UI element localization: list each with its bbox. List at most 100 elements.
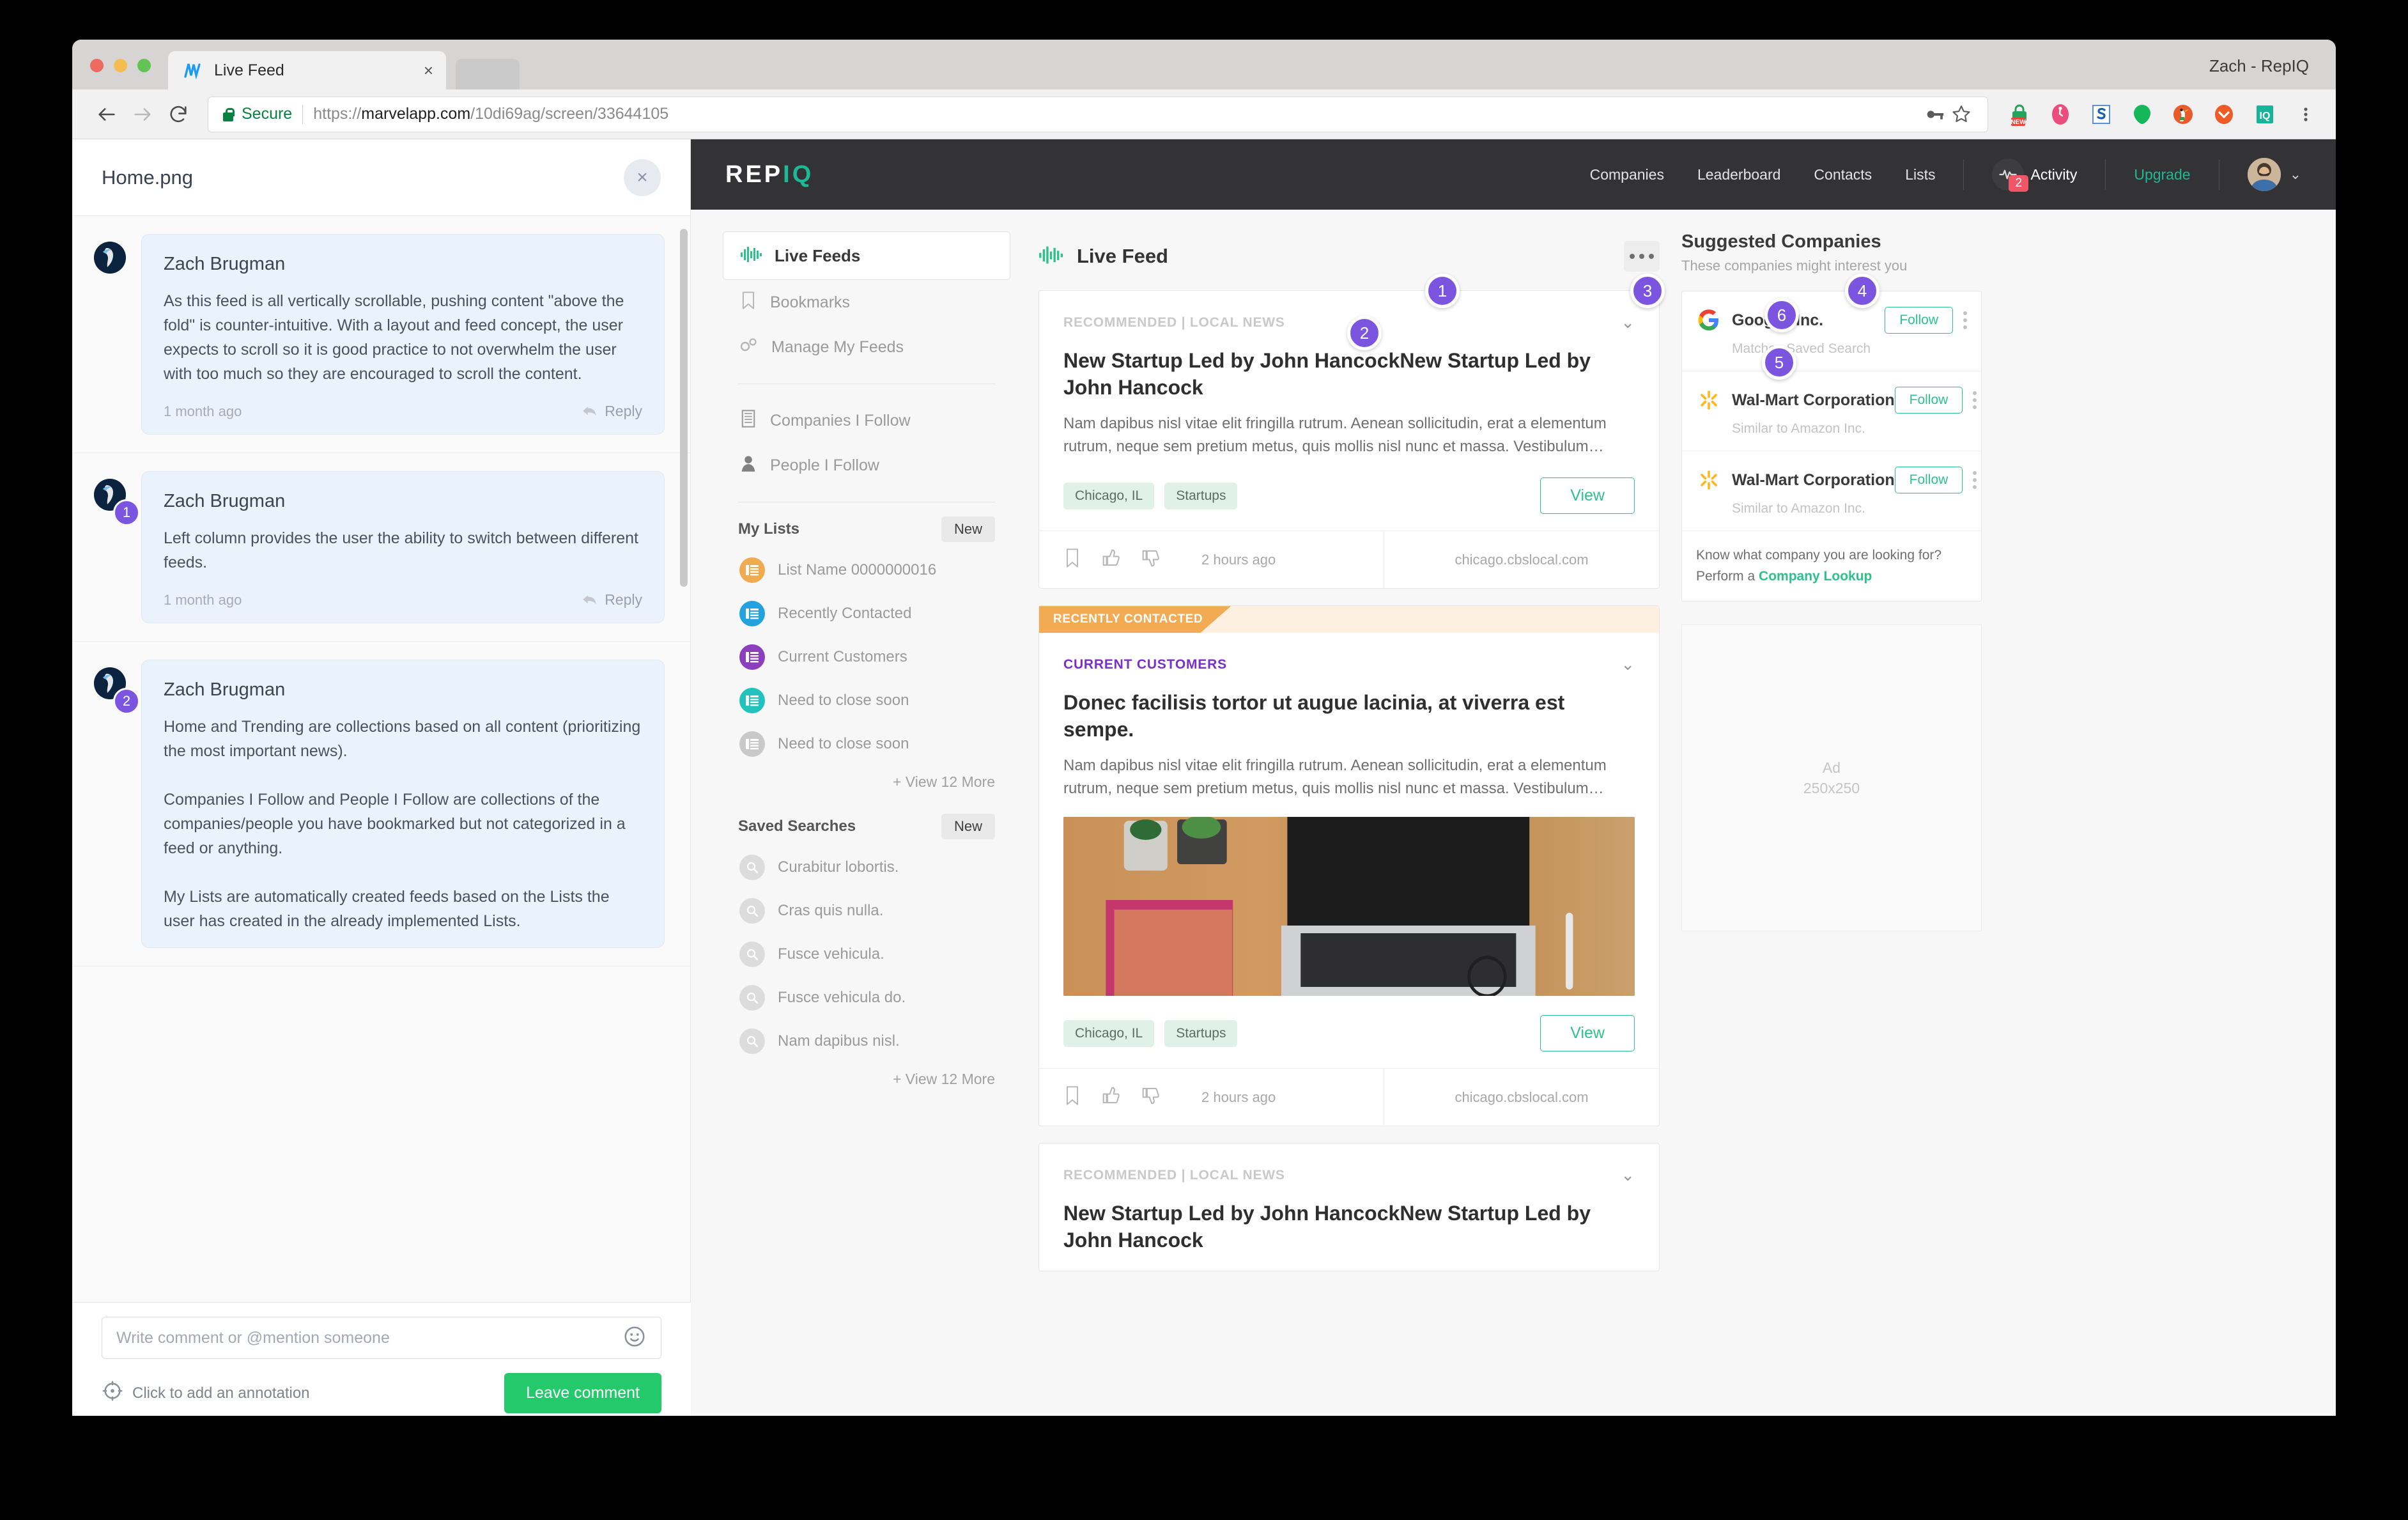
chevron-down-icon[interactable]: ⌄ — [1621, 1165, 1635, 1185]
feed-options-button[interactable] — [1624, 241, 1660, 272]
sidebar-saved-search-item[interactable]: Curabitur lobortis. — [723, 846, 1010, 889]
close-pane-button[interactable]: × — [624, 159, 661, 196]
window-controls[interactable] — [90, 59, 151, 72]
sidebar-saved-search-item[interactable]: Cras quis nulla. — [723, 889, 1010, 933]
comment-pin[interactable]: 2 — [113, 688, 140, 715]
sidebar-list-item[interactable]: Need to close soon — [723, 679, 1010, 722]
nav-link-leaderboard[interactable]: Leaderboard — [1697, 166, 1780, 183]
leave-comment-button[interactable]: Leave comment — [504, 1373, 661, 1413]
back-icon[interactable] — [89, 97, 125, 132]
card-source[interactable]: chicago.cbslocal.com — [1384, 1089, 1659, 1106]
comment-item[interactable]: 1 Zach Brugman Left column provides the us… — [72, 453, 690, 642]
company-menu-icon[interactable] — [1973, 391, 1977, 409]
sidebar-saved-search-item[interactable]: Nam dapibus nisl. — [723, 1020, 1010, 1063]
chrome-menu-icon[interactable] — [2292, 101, 2319, 128]
prototype-pin[interactable]: 2 — [1347, 316, 1382, 350]
suggested-company-row[interactable]: Wal-Mart Corporation Follow Similar to Ama… — [1682, 371, 1981, 451]
thumbs-up-icon[interactable] — [1102, 1085, 1121, 1109]
add-annotation-button[interactable]: Click to add an annotation — [102, 1380, 504, 1406]
nav-link-companies[interactable]: Companies — [1590, 166, 1664, 183]
close-tab-button[interactable]: × — [417, 61, 433, 81]
user-avatar[interactable] — [2247, 158, 2281, 191]
bookmark-icon[interactable] — [1063, 548, 1081, 571]
prototype-pin[interactable]: 1 — [1425, 274, 1460, 308]
repiq-logo[interactable]: REPIQ — [725, 161, 814, 189]
chevron-down-icon[interactable]: ⌄ — [1621, 655, 1635, 674]
address-bar[interactable]: Secure https://marvelapp.com/10di69ag/sc… — [208, 96, 1988, 132]
follow-button[interactable]: Follow — [1894, 467, 1963, 493]
card-thumbnail[interactable] — [1063, 817, 1635, 997]
browser-tab[interactable]: Live Feed × — [168, 51, 446, 89]
suggested-company-row[interactable]: Wal-Mart Corporation Follow Similar to Ama… — [1682, 451, 1981, 531]
card-headline[interactable]: New Startup Led by John HancockNew Start… — [1063, 348, 1635, 401]
emoji-icon[interactable] — [622, 1324, 647, 1352]
bookmark-icon[interactable] — [1063, 1085, 1081, 1109]
prototype-pin[interactable]: 3 — [1630, 274, 1665, 308]
new-list-button[interactable]: New — [941, 516, 995, 542]
nav-link-lists[interactable]: Lists — [1905, 166, 1935, 183]
comment-list[interactable]: Zach Brugman As this feed is all vertical… — [72, 216, 690, 1302]
reply-label: Reply — [605, 591, 642, 608]
new-tab-button[interactable] — [456, 59, 520, 89]
view-button[interactable]: View — [1540, 477, 1635, 515]
thumbs-down-icon[interactable] — [1141, 1085, 1161, 1109]
evernote-icon[interactable] — [2129, 101, 2156, 128]
comment-pin[interactable]: 1 — [113, 499, 140, 526]
thumbs-up-icon[interactable] — [1102, 548, 1121, 571]
reload-icon[interactable] — [160, 97, 196, 132]
activity-button[interactable]: 2 Activity — [1992, 159, 2077, 192]
pocket-icon[interactable] — [2211, 101, 2237, 128]
company-lookup-link[interactable]: Company Lookup — [1759, 569, 1872, 584]
suggested-company-row[interactable]: Google, Inc. Follow Matches Saved Search — [1682, 291, 1981, 371]
comment-scrollbar[interactable] — [680, 229, 688, 587]
prototype-pin[interactable]: 6 — [1764, 298, 1799, 332]
comment-item[interactable]: 2 Zach Brugman Home and Trending are colle… — [72, 642, 690, 966]
sidebar-list-item[interactable]: Current Customers — [723, 635, 1010, 679]
card-headline[interactable]: Donec facilisis tortor ut augue lacinia,… — [1063, 690, 1635, 743]
sidebar-list-item[interactable]: Need to close soon — [723, 722, 1010, 766]
upgrade-link[interactable]: Upgrade — [2134, 166, 2190, 183]
password-key-icon[interactable] — [1921, 101, 1948, 128]
prototype-pin[interactable]: 4 — [1845, 274, 1879, 308]
sidebar-list-item[interactable]: List Name 0000000016 — [723, 548, 1010, 592]
view-button[interactable]: View — [1540, 1015, 1635, 1052]
prototype-pin[interactable]: 5 — [1762, 345, 1796, 380]
feed-selector[interactable]: Live Feeds — [723, 231, 1010, 280]
duckduckgo-icon[interactable] — [2170, 101, 2196, 128]
bookmark-star-icon[interactable] — [1948, 101, 1975, 128]
reply-button[interactable]: Reply — [582, 591, 642, 609]
maximize-window-button[interactable] — [137, 59, 151, 72]
reply-button[interactable]: Reply — [582, 403, 642, 420]
sidebar-list-item[interactable]: Recently Contacted — [723, 592, 1010, 635]
new-saved-search-button[interactable]: New — [941, 814, 995, 839]
extension-icons[interactable]: NEW IQ — [1997, 101, 2319, 128]
follow-button[interactable]: Follow — [1885, 307, 1953, 334]
card-source[interactable]: chicago.cbslocal.com — [1384, 552, 1659, 568]
pinterest-icon[interactable] — [2047, 101, 2074, 128]
nav-link-contacts[interactable]: Contacts — [1814, 166, 1872, 183]
close-window-button[interactable] — [90, 59, 104, 72]
chevron-down-icon[interactable]: ⌄ — [2290, 166, 2301, 183]
sidebar-item-companies-i-follow[interactable]: Companies I Follow — [723, 398, 1010, 443]
comment-item[interactable]: Zach Brugman As this feed is all vertical… — [72, 216, 690, 453]
feed-card[interactable]: RECENTLY CONTACTED CURRENT CUSTOMERS ⌄ Done… — [1038, 605, 1660, 1127]
my-lists-view-more[interactable]: + View 12 More — [723, 766, 1010, 791]
sidebar-saved-search-item[interactable]: Fusce vehicula do. — [723, 976, 1010, 1020]
sidebar-item-manage-feeds[interactable]: Manage My Feeds — [723, 325, 1010, 369]
comment-input[interactable]: Write comment or @mention someone — [102, 1317, 661, 1359]
lastpass-new-icon[interactable]: NEW — [2006, 101, 2033, 128]
card-headline[interactable]: New Startup Led by John HancockNew Start… — [1063, 1200, 1635, 1253]
repiq-icon[interactable]: IQ — [2251, 101, 2278, 128]
company-menu-icon[interactable] — [1963, 311, 1967, 329]
company-menu-icon[interactable] — [1973, 471, 1977, 489]
sidebar-item-bookmarks[interactable]: Bookmarks — [723, 280, 1010, 325]
sidebar-item-people-i-follow[interactable]: People I Follow — [723, 443, 1010, 488]
chevron-down-icon[interactable]: ⌄ — [1621, 313, 1635, 332]
s-icon[interactable] — [2088, 101, 2115, 128]
feed-card[interactable]: RECOMMENDED | LOCAL NEWS ⌄ New Startup Led… — [1038, 1143, 1660, 1271]
thumbs-down-icon[interactable] — [1141, 548, 1161, 571]
saved-searches-view-more[interactable]: + View 12 More — [723, 1063, 1010, 1088]
minimize-window-button[interactable] — [114, 59, 127, 72]
follow-button[interactable]: Follow — [1894, 387, 1963, 414]
sidebar-saved-search-item[interactable]: Fusce vehicula. — [723, 933, 1010, 976]
